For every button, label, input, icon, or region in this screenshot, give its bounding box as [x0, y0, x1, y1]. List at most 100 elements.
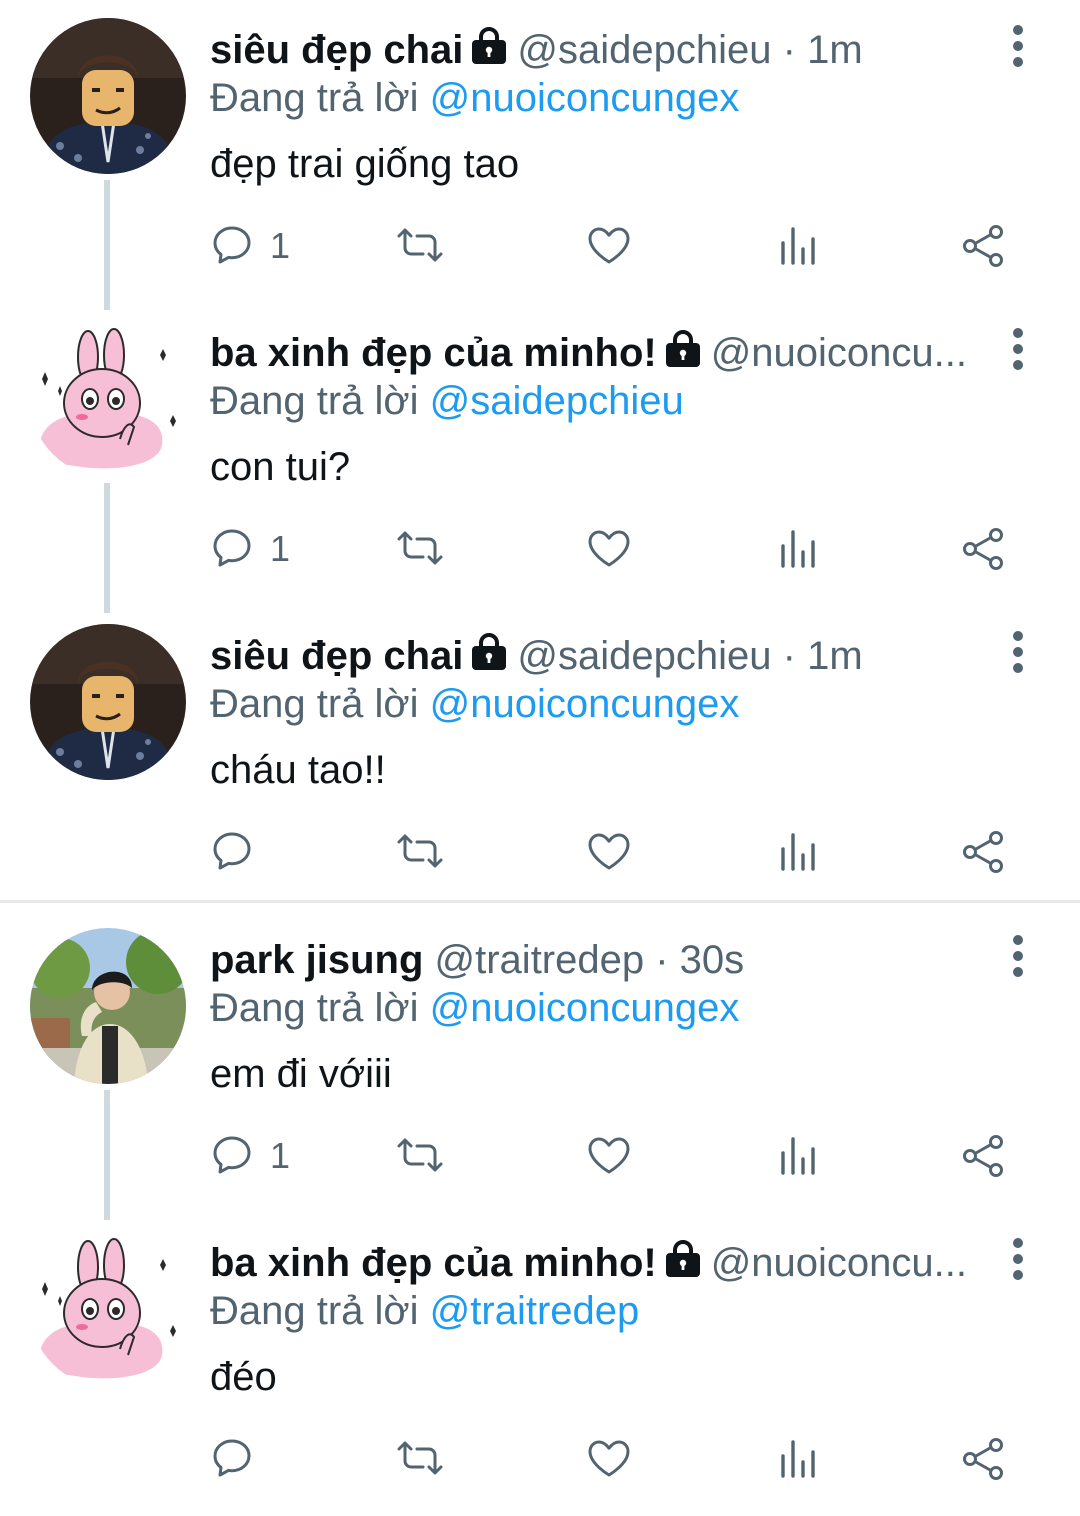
avatar[interactable] — [30, 624, 186, 780]
separator: · — [644, 938, 680, 982]
display-name[interactable]: ba xinh đẹp của minho! — [210, 331, 657, 375]
tweet[interactable]: ba xinh đẹp của minho! @nuoiconcu... Đang … — [0, 1213, 1080, 1516]
display-name[interactable]: siêu đẹp chai — [210, 634, 463, 678]
avatar[interactable] — [30, 928, 186, 1084]
user-handle[interactable]: @nuoiconcu... — [711, 331, 967, 375]
separator: · — [771, 634, 808, 678]
views-button[interactable] — [775, 509, 821, 589]
replying-to-mention[interactable]: @nuoiconcungex — [430, 76, 740, 120]
timestamp[interactable]: 1m — [807, 28, 863, 72]
lock-icon — [469, 633, 509, 680]
tweet-text: cháu tao!! — [210, 748, 386, 792]
tweet-header: siêu đẹp chai @saidepchieu · 1m — [210, 632, 985, 680]
like-button[interactable] — [585, 1419, 633, 1499]
tweet-actions: 1 — [210, 1116, 1030, 1196]
reply-icon — [213, 529, 251, 567]
conversation-divider — [0, 900, 1080, 903]
replying-to-mention[interactable]: @traitredep — [430, 1289, 640, 1333]
share-icon — [963, 1438, 1003, 1480]
lock-icon — [663, 330, 702, 369]
like-button[interactable] — [585, 509, 633, 589]
tweet-actions — [210, 1419, 1030, 1499]
share-button[interactable] — [960, 206, 1006, 286]
timestamp[interactable]: 30s — [680, 938, 745, 982]
replying-to: Đang trả lời @nuoiconcungex — [210, 984, 739, 1032]
more-options-button[interactable] — [1006, 327, 1030, 371]
tweet[interactable]: siêu đẹp chai @saidepchieu · 1m Đang trả l… — [0, 0, 1080, 310]
lock-icon — [469, 27, 509, 74]
views-button[interactable] — [775, 206, 821, 286]
user-handle[interactable]: @nuoiconcu... — [711, 1241, 967, 1285]
tweet-actions: 1 — [210, 206, 1030, 286]
reply-button[interactable]: 1 — [210, 1116, 290, 1196]
views-button[interactable] — [775, 812, 821, 892]
tweet[interactable]: ba xinh đẹp của minho! @nuoiconcu... Đang … — [0, 303, 1080, 613]
retweet-icon — [397, 531, 443, 565]
reply-icon — [213, 832, 251, 870]
tweet-actions: 1 — [210, 509, 1030, 589]
tweet-header: ba xinh đẹp của minho! @nuoiconcu... — [210, 329, 985, 377]
avatar[interactable] — [30, 1231, 186, 1387]
display-name[interactable]: siêu đẹp chai — [210, 28, 463, 72]
lock-icon — [663, 1240, 703, 1287]
more-icon — [1013, 1238, 1023, 1280]
display-name[interactable]: park jisung — [210, 938, 423, 982]
thread-connector — [104, 180, 110, 310]
like-icon — [588, 227, 630, 264]
user-handle[interactable]: @traitredep — [435, 938, 645, 982]
timestamp[interactable]: 1m — [807, 634, 863, 678]
share-icon — [963, 528, 1003, 570]
views-icon — [781, 833, 815, 871]
share-icon — [963, 225, 1003, 267]
like-button[interactable] — [585, 1116, 633, 1196]
user-handle[interactable]: @saidepchieu — [517, 28, 771, 72]
reply-button[interactable] — [210, 812, 270, 892]
tweet[interactable]: siêu đẹp chai @saidepchieu · 1m Đang trả l… — [0, 606, 1080, 909]
share-button[interactable] — [960, 812, 1006, 892]
share-button[interactable] — [960, 1419, 1006, 1499]
more-options-button[interactable] — [1006, 1237, 1030, 1281]
like-icon — [588, 1440, 630, 1477]
views-button[interactable] — [775, 1419, 821, 1499]
reply-icon — [213, 1439, 251, 1477]
retweet-button[interactable] — [395, 206, 445, 286]
reply-button[interactable] — [210, 1419, 270, 1499]
retweet-icon — [397, 834, 443, 868]
retweet-button[interactable] — [395, 812, 445, 892]
more-options-button[interactable] — [1006, 934, 1030, 978]
like-icon — [588, 833, 630, 870]
tweet-text: em đi vớiii — [210, 1052, 392, 1096]
share-icon — [963, 1135, 1003, 1177]
reply-button[interactable]: 1 — [210, 206, 290, 286]
views-button[interactable] — [775, 1116, 821, 1196]
retweet-button[interactable] — [395, 1116, 445, 1196]
reply-count: 1 — [270, 225, 291, 266]
retweet-button[interactable] — [395, 509, 445, 589]
retweet-button[interactable] — [395, 1419, 445, 1499]
like-button[interactable] — [585, 812, 633, 892]
avatar[interactable] — [30, 18, 186, 174]
tweet[interactable]: park jisung @traitredep · 30s Đang trả lờ… — [0, 910, 1080, 1220]
reply-thread-feed: siêu đẹp chai @saidepchieu · 1m Đang trả l… — [0, 0, 1080, 1499]
reply-icon — [213, 1136, 251, 1174]
more-icon — [1013, 328, 1023, 370]
share-button[interactable] — [960, 509, 1006, 589]
share-button[interactable] — [960, 1116, 1006, 1196]
replying-to-label: Đang trả lời — [210, 76, 430, 120]
views-icon — [781, 227, 815, 265]
like-icon — [588, 530, 630, 567]
replying-to-mention[interactable]: @nuoiconcungex — [430, 682, 740, 726]
like-button[interactable] — [585, 206, 633, 286]
more-options-button[interactable] — [1006, 24, 1030, 68]
more-icon — [1013, 631, 1023, 673]
more-options-button[interactable] — [1006, 630, 1030, 674]
avatar[interactable] — [30, 321, 186, 477]
replying-to-mention[interactable]: @saidepchieu — [430, 379, 684, 423]
replying-to: Đang trả lời @nuoiconcungex — [210, 74, 739, 122]
display-name[interactable]: ba xinh đẹp của minho! — [210, 1241, 657, 1285]
reply-button[interactable]: 1 — [210, 509, 290, 589]
tweet-text: đẹp trai giống tao — [210, 142, 520, 186]
user-handle[interactable]: @saidepchieu — [517, 634, 771, 678]
share-icon — [963, 831, 1003, 873]
replying-to-mention[interactable]: @nuoiconcungex — [430, 986, 740, 1030]
